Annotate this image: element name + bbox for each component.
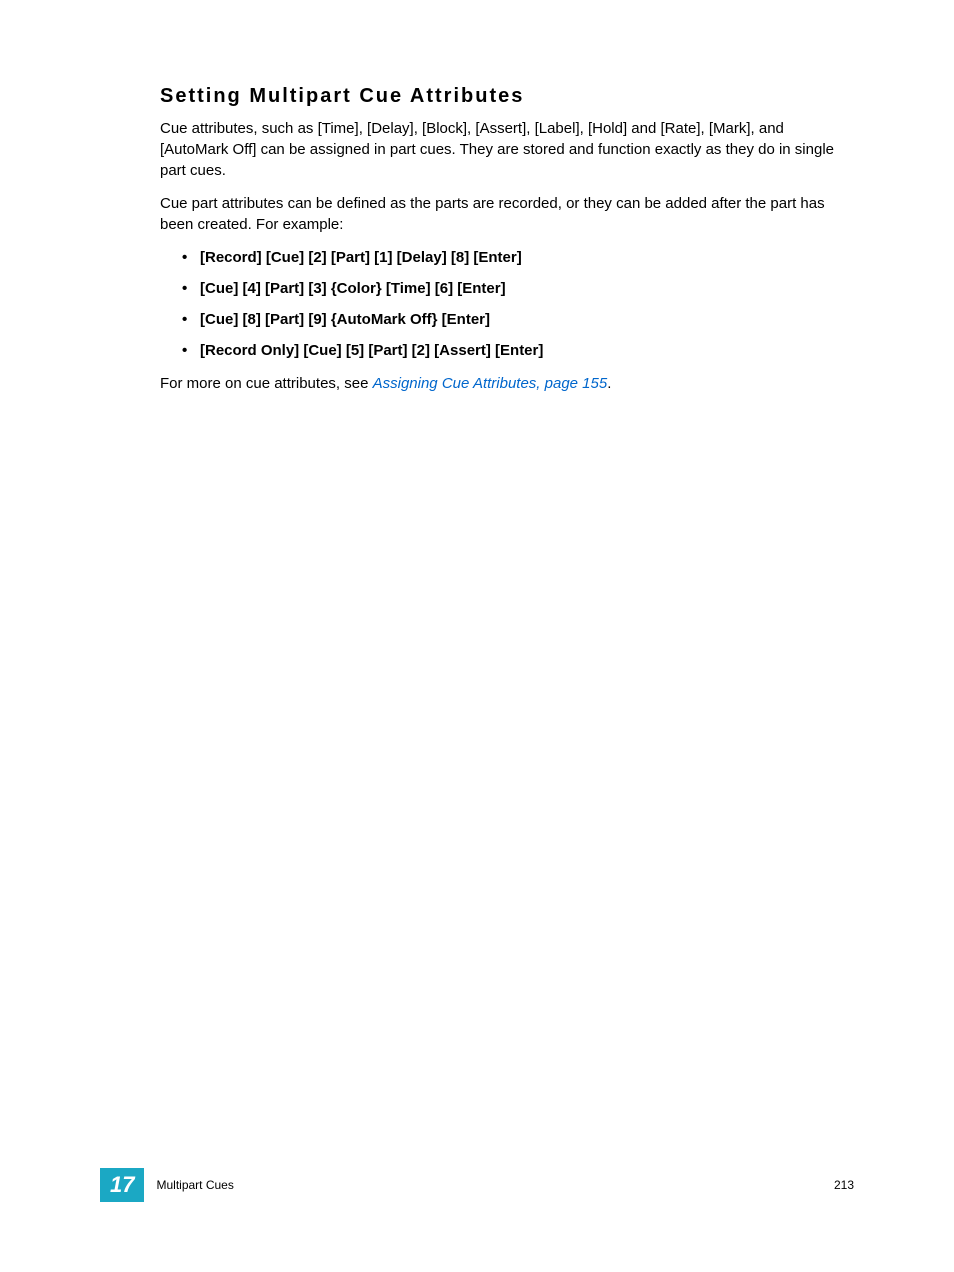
footer-left: 17 Multipart Cues — [100, 1168, 234, 1202]
page-number: 213 — [834, 1178, 854, 1192]
cross-reference-link[interactable]: Assigning Cue Attributes, page 155 — [373, 375, 608, 392]
intro-paragraph: Cue attributes, such as [Time], [Delay],… — [160, 118, 854, 181]
list-item: [Cue] [8] [Part] [9] {AutoMark Off} [Ent… — [200, 309, 854, 330]
example-intro-paragraph: Cue part attributes can be defined as th… — [160, 193, 854, 235]
list-item: [Cue] [4] [Part] [3] {Color} [Time] [6] … — [200, 278, 854, 299]
list-item: [Record] [Cue] [2] [Part] [1] [Delay] [8… — [200, 247, 854, 268]
reference-paragraph: For more on cue attributes, see Assignin… — [160, 373, 854, 394]
list-item: [Record Only] [Cue] [5] [Part] [2] [Asse… — [200, 340, 854, 361]
section-heading: Setting Multipart Cue Attributes — [160, 85, 854, 108]
reference-suffix: . — [607, 375, 611, 392]
page-content: Setting Multipart Cue Attributes Cue att… — [0, 0, 954, 394]
page-footer: 17 Multipart Cues 213 — [0, 1168, 954, 1202]
reference-prefix: For more on cue attributes, see — [160, 375, 373, 392]
chapter-title: Multipart Cues — [156, 1178, 233, 1192]
chapter-number-badge: 17 — [100, 1168, 144, 1202]
example-list: [Record] [Cue] [2] [Part] [1] [Delay] [8… — [160, 247, 854, 361]
